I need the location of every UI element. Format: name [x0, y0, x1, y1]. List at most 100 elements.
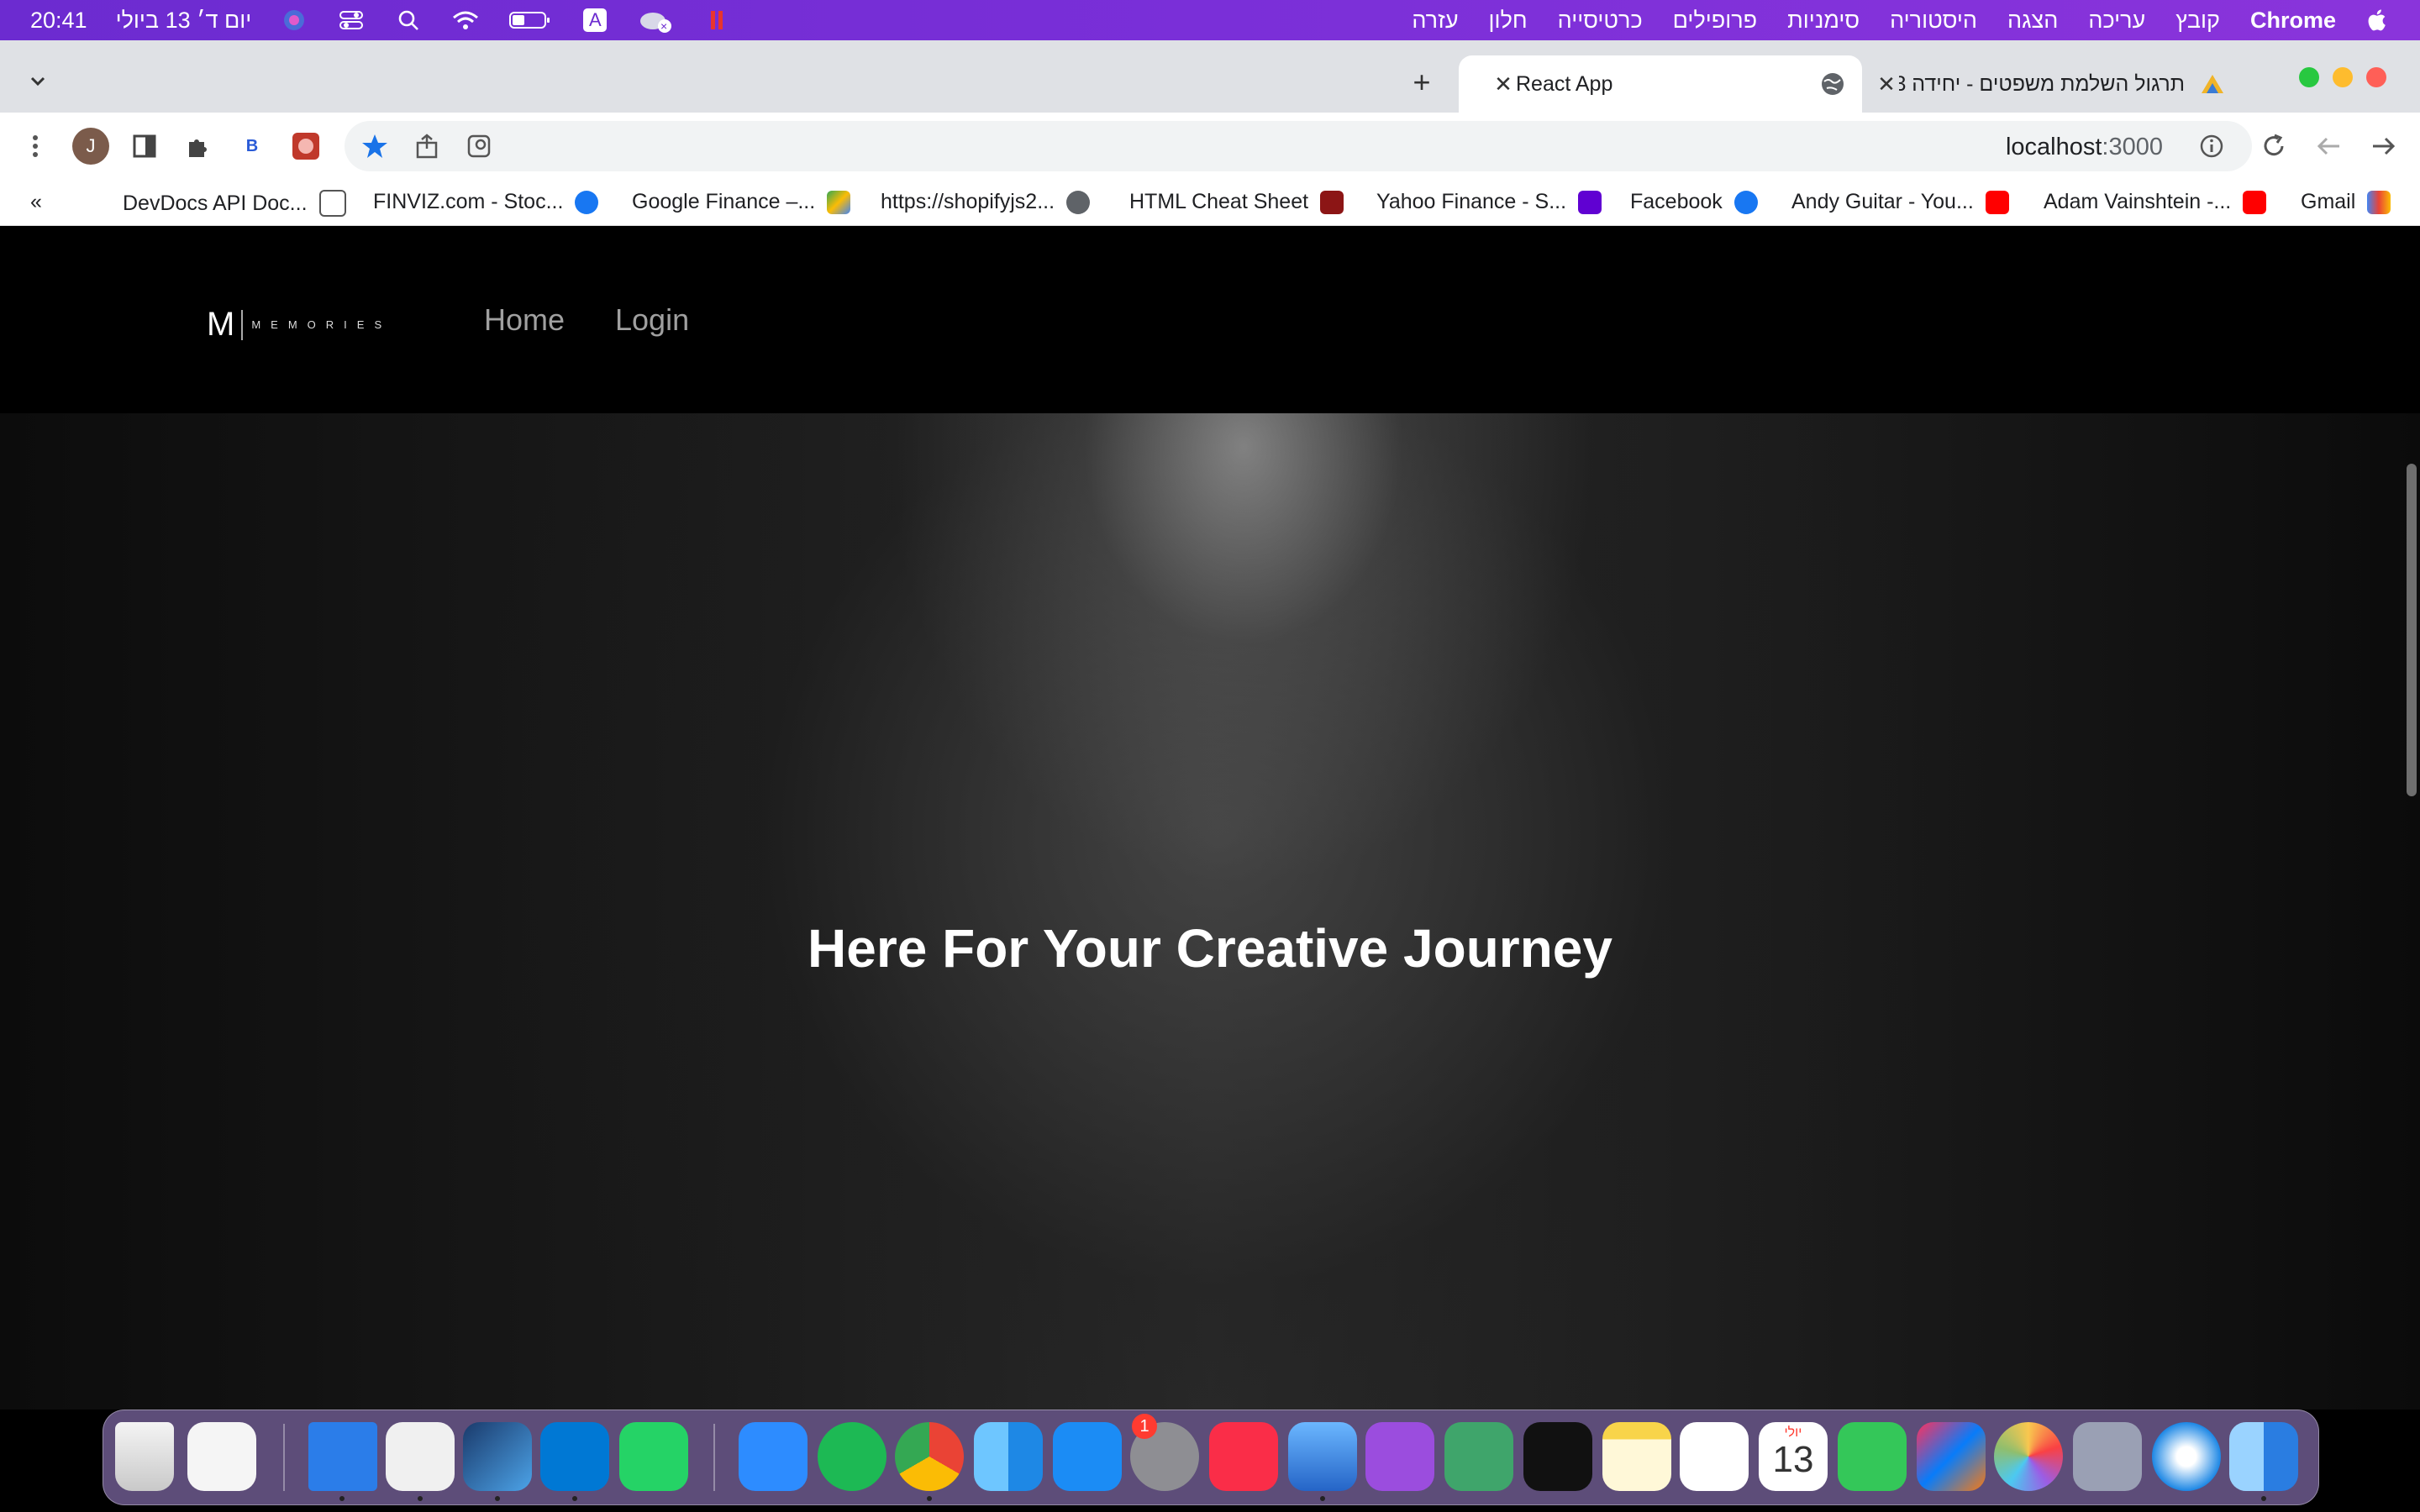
tab-strip: תרגול השלמת משפטים - יחידה 3 ✕ React App…: [0, 40, 2420, 113]
extension-app-icon[interactable]: [289, 129, 323, 163]
tab-search-chevron-icon[interactable]: [25, 69, 50, 94]
menu-history[interactable]: היסטוריה: [1890, 8, 1977, 34]
siri-icon[interactable]: [280, 8, 308, 32]
bookmark-label: Google Finance –...: [632, 190, 816, 213]
chrome-window-thumbnail-icon[interactable]: [187, 1422, 256, 1491]
parallels-icon[interactable]: [703, 8, 732, 32]
url-text[interactable]: localhost:3000: [2006, 134, 2163, 161]
minimize-window-button[interactable]: [2333, 67, 2353, 87]
menu-app-name[interactable]: Chrome: [2250, 8, 2336, 34]
back-arrow-icon[interactable]: [2312, 129, 2346, 163]
dock-divider: [283, 1424, 285, 1491]
atom-icon[interactable]: [1444, 1422, 1513, 1491]
site-info-icon[interactable]: [2195, 129, 2228, 163]
app-store-icon[interactable]: [1053, 1422, 1122, 1491]
menu-edit[interactable]: עריכה: [2088, 8, 2145, 34]
notes-icon[interactable]: [1602, 1422, 1671, 1491]
creative-cloud-icon[interactable]: ×: [638, 8, 675, 33]
bookmark-label: DevDocs API Doc...: [123, 191, 308, 215]
google-lens-icon[interactable]: [462, 129, 496, 163]
launchpad-icon[interactable]: [2073, 1422, 2142, 1491]
profile-avatar[interactable]: J: [72, 128, 109, 165]
logo-letter: M: [207, 306, 235, 343]
extension-b-icon[interactable]: B: [235, 129, 269, 163]
nav-login-link[interactable]: Login: [615, 302, 689, 338]
bookmark-label: https://shopifyjs2...: [881, 190, 1055, 213]
yahoo-icon: [1578, 190, 1602, 214]
side-panel-icon[interactable]: [128, 129, 161, 163]
date[interactable]: יום ד׳ 13 ביולי: [116, 8, 252, 34]
chrome-icon[interactable]: [895, 1422, 964, 1491]
tab-close-icon[interactable]: ✕: [1491, 71, 1516, 97]
bookmark-facebook[interactable]: Facebook: [1630, 190, 1758, 214]
url-port: :3000: [2102, 134, 2163, 160]
extensions-puzzle-icon[interactable]: [180, 129, 213, 163]
hero-section: Here For Your Creative Journey: [0, 413, 2420, 1410]
podcasts-icon[interactable]: [1365, 1422, 1434, 1491]
bookmark-label: Yahoo Finance - S...: [1376, 190, 1567, 213]
system-information-icon[interactable]: [386, 1422, 455, 1491]
bookmark-shopify[interactable]: https://shopifyjs2...: [881, 190, 1091, 214]
safari-icon[interactable]: [2152, 1422, 2221, 1491]
vscode-icon[interactable]: [540, 1422, 609, 1491]
music-icon[interactable]: [1209, 1422, 1278, 1491]
clock[interactable]: 20:41: [30, 8, 87, 34]
facetime-icon[interactable]: [1838, 1422, 1907, 1491]
menu-window[interactable]: חלון: [1489, 8, 1528, 34]
stanford-icon: [1320, 190, 1344, 214]
page-scrollbar[interactable]: [2407, 464, 2417, 796]
spotlight-search-icon[interactable]: [394, 8, 423, 32]
close-window-button[interactable]: [2366, 67, 2386, 87]
menu-profiles[interactable]: פרופילים: [1673, 8, 1757, 34]
pycharm-dataspell-icon[interactable]: [463, 1422, 532, 1491]
apple-icon[interactable]: [2366, 8, 2386, 32]
windows-app-icon[interactable]: [308, 1422, 377, 1491]
finder-icon[interactable]: [974, 1422, 1043, 1491]
control-center-icon[interactable]: [337, 8, 366, 32]
site-logo[interactable]: M MEMORIES: [207, 306, 392, 344]
running-indicator: [1320, 1496, 1325, 1501]
bookmark-html-cheat-sheet[interactable]: HTML Cheat Sheet: [1129, 190, 1344, 214]
bookmark-google-finance[interactable]: Google Finance –...: [632, 190, 851, 214]
address-bar[interactable]: localhost:3000: [345, 121, 2252, 171]
site-favicon-icon: [2198, 70, 2227, 98]
menu-view[interactable]: הצגה: [2007, 8, 2058, 34]
nav-home-link[interactable]: Home: [484, 302, 565, 338]
new-tab-button[interactable]: +: [1405, 66, 1439, 99]
wifi-icon[interactable]: [451, 8, 480, 32]
menu-help[interactable]: עזרה: [1412, 8, 1458, 34]
menu-file[interactable]: קובץ: [2175, 8, 2220, 34]
zoom-icon[interactable]: [739, 1422, 808, 1491]
bookmark-finviz[interactable]: FINVIZ.com - Stoc...: [373, 190, 599, 214]
bookmark-adam-vainshtein[interactable]: Adam Vainshtein -...: [2044, 190, 2267, 214]
bookmark-yahoo-finance[interactable]: Yahoo Finance - S...: [1376, 190, 1602, 214]
battery-icon[interactable]: [508, 8, 552, 32]
menu-tab[interactable]: כרטיסייה: [1558, 8, 1643, 34]
dock-divider: [713, 1424, 715, 1491]
bookmarks-overflow-button[interactable]: «: [30, 190, 42, 214]
bookmark-devdocs[interactable]: DevDocs API Doc...: [123, 190, 346, 217]
chrome-menu-icon[interactable]: [18, 129, 52, 163]
parallels-desktop-icon[interactable]: [1288, 1422, 1357, 1491]
spotlight-music-spotify-icon[interactable]: [818, 1422, 886, 1491]
photos-icon[interactable]: [1994, 1422, 2063, 1491]
menu-bookmarks[interactable]: סימניות: [1787, 8, 1860, 34]
tab-active[interactable]: React App ✕: [1459, 55, 1862, 113]
tab-close-icon[interactable]: ✕: [1874, 71, 1899, 97]
bookmark-andy-guitar[interactable]: Andy Guitar - You...: [1791, 190, 2009, 214]
reminders-icon[interactable]: [1680, 1422, 1749, 1491]
whatsapp-icon[interactable]: [619, 1422, 688, 1491]
share-icon[interactable]: [410, 129, 444, 163]
zoom-window-button[interactable]: [2299, 67, 2319, 87]
bookmark-star-icon[interactable]: [358, 129, 392, 163]
calendar-icon[interactable]: יולי 13: [1759, 1422, 1828, 1491]
apple-tv-icon[interactable]: [1523, 1422, 1592, 1491]
trash-icon[interactable]: [115, 1422, 174, 1491]
finder-icon[interactable]: [2229, 1422, 2298, 1491]
forward-arrow-icon[interactable]: [2366, 129, 2400, 163]
bookmark-gmail[interactable]: Gmail: [2301, 190, 2391, 214]
intellij-idea-icon[interactable]: [1917, 1422, 1986, 1491]
input-source-icon[interactable]: A: [581, 8, 609, 32]
reload-icon[interactable]: [2257, 129, 2291, 163]
tab-inactive[interactable]: תרגול השלמת משפטים - יחידה 3 ✕: [1865, 55, 2235, 113]
